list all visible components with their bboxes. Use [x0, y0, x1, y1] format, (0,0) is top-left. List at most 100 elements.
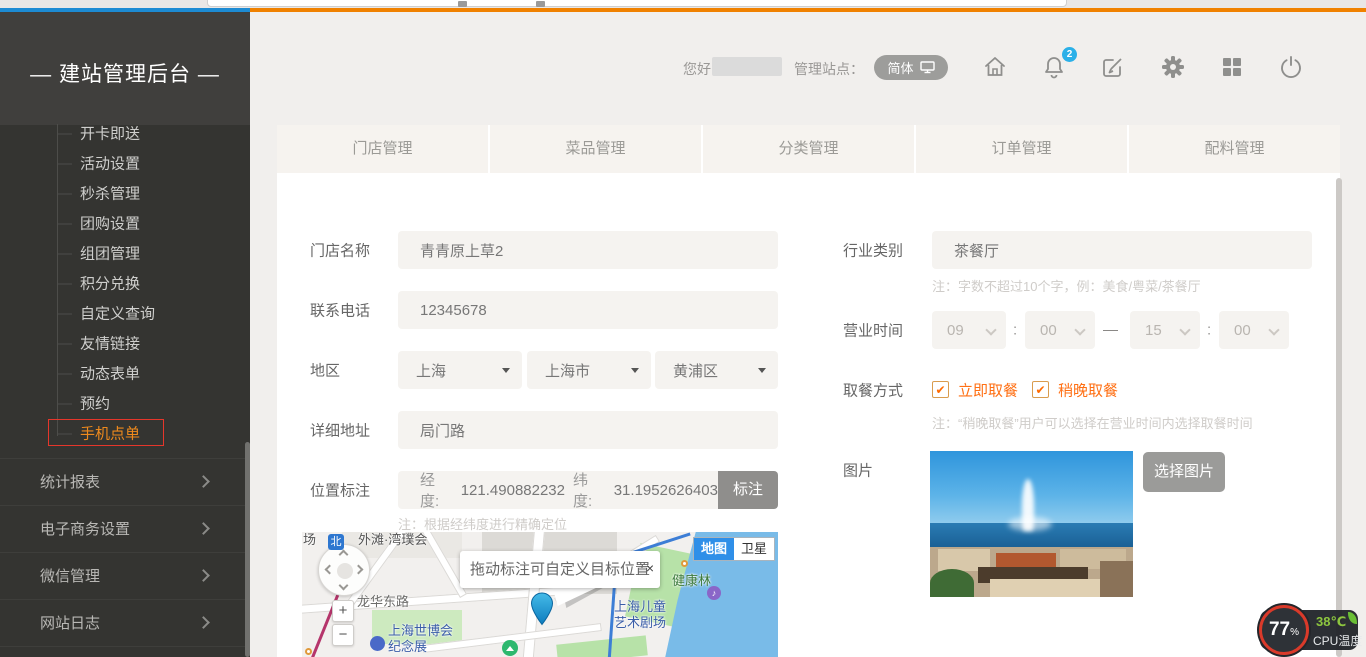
- apps-grid-icon[interactable]: [1219, 54, 1245, 80]
- province-select[interactable]: 上海: [398, 351, 522, 389]
- phone-input[interactable]: 12345678: [398, 291, 778, 329]
- industry-note: 注：字数不超过10个字，例：美食/粤菜/茶餐厅: [932, 276, 1201, 295]
- satellite-view-button[interactable]: 卫星: [734, 538, 774, 560]
- browser-address-bar[interactable]: [207, 0, 1067, 7]
- map-zoom-in-button[interactable]: +: [332, 600, 354, 622]
- choose-image-button[interactable]: 选择图片: [1143, 452, 1225, 492]
- sidebar-item-huodongshezhi[interactable]: 活动设置: [80, 153, 140, 174]
- map-label: 上海儿童 艺术剧场: [614, 599, 666, 631]
- sidebar-section-weixinguanli[interactable]: 微信管理: [0, 552, 250, 599]
- mark-location-button[interactable]: 标注: [718, 471, 778, 509]
- map-widget[interactable]: 场 外滩·湾璞会 龙华东路 上海世博会 纪念展 上海儿童 艺术剧场 健康林 ♪ …: [302, 532, 778, 657]
- sidebar-item-yuyue[interactable]: 预约: [80, 393, 110, 414]
- end-minute-select[interactable]: 00: [1219, 311, 1289, 349]
- store-name-label: 门店名称: [310, 240, 370, 261]
- address-input[interactable]: 局门路: [398, 411, 778, 449]
- gear-icon[interactable]: [1160, 54, 1186, 80]
- lng-value: 121.490882232: [461, 482, 565, 499]
- sidebar-item-tuangoushezhi[interactable]: 团购设置: [80, 213, 140, 234]
- chevron-right-icon: [197, 616, 210, 629]
- map-pin-icon[interactable]: [530, 592, 554, 626]
- end-hour-select[interactable]: 15: [1130, 311, 1200, 349]
- edit-icon[interactable]: [1100, 54, 1126, 80]
- compass-knob[interactable]: [337, 563, 353, 579]
- pan-left-arrow[interactable]: [325, 565, 335, 575]
- sidebar-section-dianzishangwu[interactable]: 电子商务设置: [0, 505, 250, 552]
- district-select[interactable]: 黄浦区: [655, 351, 778, 389]
- dropdown-arrow-icon: [758, 368, 766, 373]
- hours-label: 营业时间: [843, 320, 903, 341]
- username-redacted: [712, 57, 782, 76]
- sidebar-item-dongtaibiaodan[interactable]: 动态表单: [80, 363, 140, 384]
- divider: [0, 646, 250, 647]
- tab-ingredient-management[interactable]: 配料管理: [1129, 125, 1340, 173]
- lng-label: 经度:: [420, 469, 453, 511]
- pan-right-arrow[interactable]: [354, 565, 364, 575]
- pickup-now-option[interactable]: 立即取餐: [958, 380, 1018, 401]
- map-zoom-out-button[interactable]: −: [332, 624, 354, 646]
- sidebar: — 建站管理后台 — 开卡即送 活动设置 秒杀管理 团购设置 组团管理 积分兑换…: [0, 12, 250, 657]
- time-colon: :: [1013, 322, 1017, 339]
- city-select[interactable]: 上海市: [527, 351, 651, 389]
- store-name-input[interactable]: 青青原上草2: [398, 231, 778, 269]
- coordinates-field[interactable]: 经度: 121.490882232 纬度: 31.1952626403: [398, 471, 718, 509]
- language-pill-button[interactable]: 简体: [874, 55, 948, 80]
- start-hour-select[interactable]: 09: [932, 311, 1006, 349]
- dropdown-arrow-icon: [502, 368, 510, 373]
- dropdown-arrow-icon: [631, 368, 639, 373]
- tab-dish-management[interactable]: 菜品管理: [490, 125, 703, 173]
- map-label: 龙华东路: [357, 594, 409, 610]
- sidebar-item-zidingyichaxun[interactable]: 自定义查询: [80, 303, 155, 324]
- photo-fountain-mist: [1008, 517, 1052, 531]
- sidebar-scrollbar[interactable]: [245, 442, 250, 657]
- phone-label: 联系电话: [310, 300, 370, 321]
- pickup-label: 取餐方式: [843, 380, 903, 401]
- sidebar-item-jifenduihuan[interactable]: 积分兑换: [80, 273, 140, 294]
- lat-label: 纬度:: [573, 469, 606, 511]
- power-icon[interactable]: [1278, 54, 1304, 80]
- time-colon: :: [1207, 322, 1211, 339]
- sidebar-item-youqinglianjie[interactable]: 友情链接: [80, 333, 140, 354]
- poi-dot: [681, 560, 688, 567]
- tab-order-management[interactable]: 订单管理: [916, 125, 1129, 173]
- pickup-later-option[interactable]: 稍晚取餐: [1058, 380, 1118, 401]
- sidebar-item-miaoshaguanli[interactable]: 秒杀管理: [80, 183, 140, 204]
- cpu-usage-gauge: 77%: [1259, 605, 1309, 655]
- pan-down-arrow[interactable]: [339, 581, 349, 591]
- main-accent-bar: [250, 8, 1366, 12]
- greeting-text: 您好: [683, 59, 711, 79]
- sidebar-item-kaikajisong[interactable]: 开卡即送: [80, 123, 140, 144]
- pan-up-arrow[interactable]: [339, 550, 349, 560]
- map-park: [556, 635, 648, 657]
- map-label: 场: [303, 532, 316, 548]
- poi-dot: [305, 648, 312, 655]
- map-type-switch: 地图 卫星: [693, 537, 775, 561]
- map-label: 上海世博会 纪念展: [388, 623, 453, 655]
- industry-input[interactable]: 茶餐厅: [932, 231, 1312, 269]
- region-label: 地区: [310, 360, 340, 381]
- address-label: 详细地址: [310, 420, 370, 441]
- map-label: 外滩·湾璞会: [358, 532, 427, 548]
- tree-line: [57, 124, 58, 436]
- content-scrollbar[interactable]: [1336, 178, 1342, 657]
- tab-store-management[interactable]: 门店管理: [277, 125, 490, 173]
- start-minute-select[interactable]: 00: [1025, 311, 1095, 349]
- pickup-note: 注：“稍晚取餐”用户可以选择在营业时间内选择取餐时间: [932, 413, 1253, 432]
- browser-strip: [0, 0, 1366, 8]
- image-label: 图片: [843, 460, 873, 481]
- sidebar-item-zutuanguanli[interactable]: 组团管理: [80, 243, 140, 264]
- sidebar-section-tongjibaobiao[interactable]: 统计报表: [0, 458, 250, 505]
- home-icon[interactable]: [982, 54, 1008, 80]
- pickup-later-checkbox[interactable]: [1032, 381, 1049, 398]
- sidebar-section-wangzhanrizhi[interactable]: 网站日志: [0, 599, 250, 646]
- pickup-now-checkbox[interactable]: [932, 381, 949, 398]
- map-compass-control[interactable]: [318, 544, 370, 596]
- close-icon[interactable]: ×: [646, 550, 654, 587]
- location-note: 注：根据经纬度进行精确定位: [398, 514, 567, 533]
- chevron-right-icon: [197, 569, 210, 582]
- tab-category-management[interactable]: 分类管理: [703, 125, 916, 173]
- music-poi-icon: ♪: [707, 586, 721, 600]
- map-view-button[interactable]: 地图: [694, 538, 734, 560]
- lat-value: 31.1952626403: [614, 482, 718, 499]
- sidebar-header: — 建站管理后台 —: [0, 12, 250, 125]
